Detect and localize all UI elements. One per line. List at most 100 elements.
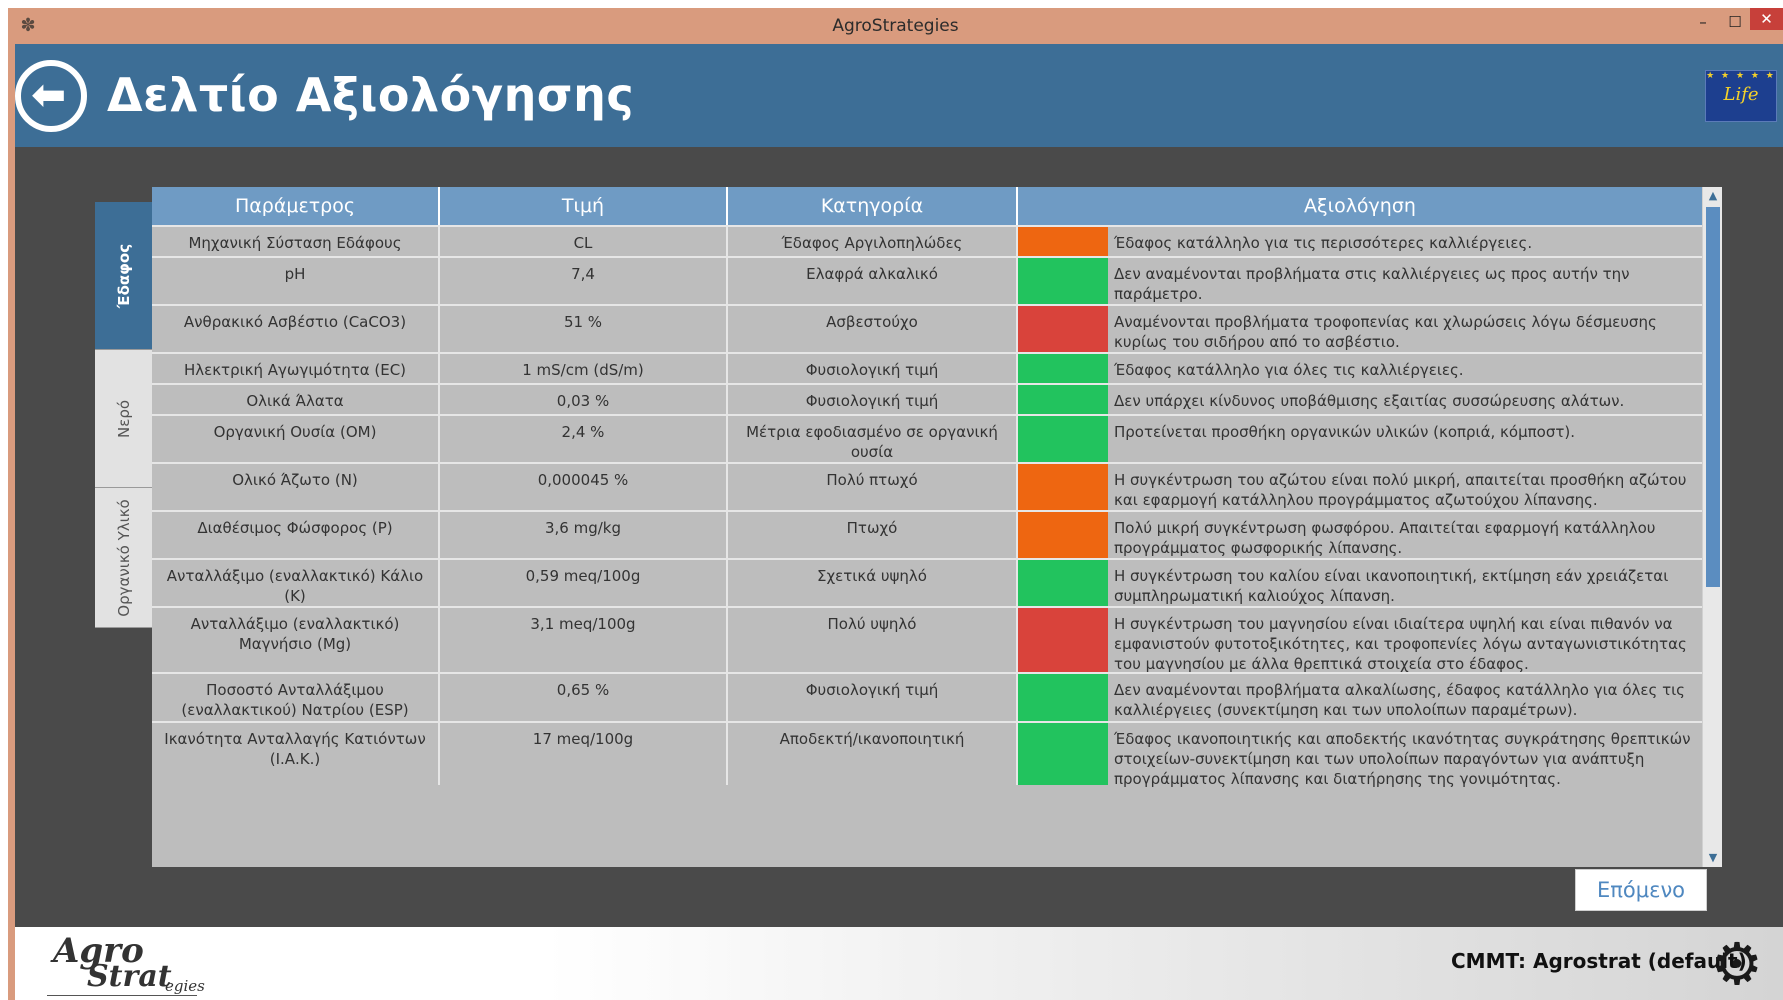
status-indicator [1018, 354, 1108, 383]
status-indicator [1018, 512, 1108, 558]
assessment-text: Αναμένονται προβλήματα τροφοπενίας και χ… [1114, 313, 1657, 351]
status-indicator [1018, 608, 1108, 672]
cell-assessment: Η συγκέντρωση του καλίου είναι ικανοποιη… [1018, 560, 1702, 606]
assessment-text: Η συγκέντρωση του μαγνησίου είναι ιδιαίτ… [1114, 615, 1687, 673]
scroll-up-icon[interactable]: ▲ [1706, 189, 1720, 203]
cell-parameter: Ανταλλάξιμο (εναλλακτικό) Κάλιο (Κ) [152, 560, 440, 606]
cell-assessment: Δεν αναμένονται προβλήματα αλκαλίωσης, έ… [1018, 674, 1702, 721]
window-title: AgroStrategies [832, 16, 959, 36]
scroll-down-icon[interactable]: ▼ [1706, 851, 1720, 865]
cell-category: Αποδεκτή/ικανοποιητική [728, 723, 1018, 785]
cell-category: Πολύ υψηλό [728, 608, 1018, 672]
cell-assessment: Έδαφος ικανοποιητικής και αποδεκτής ικαν… [1018, 723, 1702, 788]
back-button[interactable]: ⬅ [15, 60, 87, 132]
tab-soil[interactable]: Έδαφος [95, 202, 152, 350]
status-indicator [1018, 723, 1108, 785]
cell-value: 51 % [440, 306, 728, 352]
cell-category: Σχετικά υψηλό [728, 560, 1018, 606]
table-row[interactable]: Ολικά Άλατα 0,03 % Φυσιολογική τιμή Δεν … [152, 383, 1702, 414]
logo-strat-text: Strat [87, 959, 172, 994]
cell-parameter: Ποσοστό Ανταλλάξιμου (εναλλακτικού) Νατρ… [152, 674, 440, 721]
status-indicator [1018, 560, 1108, 606]
footer: Agro Strat egies CMMT: Agrostrat (defaul… [15, 927, 1783, 1000]
eu-life-logo: ★ ★ ★ ★ ★ Life [1705, 70, 1777, 122]
logo-egies-text: egies [165, 977, 205, 995]
assessment-table: Παράμετρος Τιμή Κατηγορία Αξιολόγηση Μηχ… [152, 187, 1722, 867]
gear-icon[interactable]: ⚙ [1708, 935, 1766, 993]
header: ⬅ Δελτίο Αξιολόγησης ★ ★ ★ ★ ★ Life [15, 44, 1783, 147]
logo-underline [47, 995, 197, 996]
cell-parameter: Διαθέσιμος Φώσφορος (P) [152, 512, 440, 558]
cell-parameter: pH [152, 258, 440, 304]
cell-assessment: Πολύ μικρή συγκέντρωση φωσφόρου. Απαιτεί… [1018, 512, 1702, 558]
table-row[interactable]: Ανταλλάξιμο (εναλλακτικό) Κάλιο (Κ) 0,59… [152, 558, 1702, 606]
assessment-text: Προτείνεται προσθήκη οργανικών υλικών (κ… [1114, 423, 1575, 441]
cell-parameter: Ανταλλάξιμο (εναλλακτικό) Μαγνήσιο (Mg) [152, 608, 440, 672]
table-row[interactable]: Διαθέσιμος Φώσφορος (P) 3,6 mg/kg Πτωχό … [152, 510, 1702, 558]
table-row[interactable]: Οργανική Ουσία (ΟΜ) 2,4 % Μέτρια εφοδιασ… [152, 414, 1702, 462]
cell-assessment: Η συγκέντρωση του μαγνησίου είναι ιδιαίτ… [1018, 608, 1702, 673]
cell-assessment: Δεν υπάρχει κίνδυνος υποβάθμισης εξαιτία… [1018, 385, 1702, 414]
agrostrategies-logo: Agro Strat egies [37, 929, 205, 997]
assessment-text: Η συγκέντρωση του αζώτου είναι πολύ μικρ… [1114, 471, 1687, 509]
table-row[interactable]: Ποσοστό Ανταλλάξιμου (εναλλακτικού) Νατρ… [152, 672, 1702, 721]
cell-value: 17 meq/100g [440, 723, 728, 785]
close-button[interactable]: ✕ [1750, 8, 1783, 30]
main-panel: Έδαφος Νερό Οργανικό Υλικό Παράμετρος Τι… [15, 147, 1783, 927]
cell-parameter: Μηχανική Σύσταση Εδάφους [152, 227, 440, 256]
cell-value: 0,65 % [440, 674, 728, 721]
cell-value: 0,03 % [440, 385, 728, 414]
table-row[interactable]: Ηλεκτρική Αγωγιμότητα (EC) 1 mS/cm (dS/m… [152, 352, 1702, 383]
tab-water[interactable]: Νερό [95, 350, 152, 488]
maximize-button[interactable]: ☐ [1720, 8, 1750, 38]
next-button[interactable]: Επόμενο [1575, 869, 1707, 911]
eu-stars-icon: ★ ★ ★ ★ ★ [1706, 71, 1776, 81]
cell-category: Πολύ πτωχό [728, 464, 1018, 510]
assessment-text: Δεν αναμένονται προβλήματα στις καλλιέργ… [1114, 265, 1630, 303]
table-row[interactable]: pH 7,4 Ελαφρά αλκαλικό Δεν αναμένονται π… [152, 256, 1702, 304]
tab-water-label: Νερό [114, 399, 133, 438]
column-header-assessment[interactable]: Αξιολόγηση [1018, 187, 1702, 225]
cell-value: 0,59 meq/100g [440, 560, 728, 606]
tab-soil-label: Έδαφος [114, 243, 133, 308]
assessment-text: Δεν υπάρχει κίνδυνος υποβάθμισης εξαιτία… [1114, 392, 1625, 410]
table-row[interactable]: Ανταλλάξιμο (εναλλακτικό) Μαγνήσιο (Mg) … [152, 606, 1702, 673]
cell-value: 3,6 mg/kg [440, 512, 728, 558]
cell-value: 7,4 [440, 258, 728, 304]
table-row[interactable]: Ολικό Άζωτο (Ν) 0,000045 % Πολύ πτωχό Η … [152, 462, 1702, 510]
column-header-category[interactable]: Κατηγορία [728, 187, 1018, 225]
scrollbar-thumb[interactable] [1706, 207, 1720, 587]
tab-organic-material-label: Οργανικό Υλικό [114, 498, 133, 617]
cell-category: Φυσιολογική τιμή [728, 354, 1018, 383]
assessment-text: Έδαφος κατάλληλο για όλες τις καλλιέργει… [1114, 361, 1464, 379]
cell-category: Μέτρια εφοδιασμένο σε οργανική ουσία [728, 416, 1018, 462]
cell-parameter: Οργανική Ουσία (ΟΜ) [152, 416, 440, 462]
status-indicator [1018, 306, 1108, 352]
table-row[interactable]: Ικανότητα Ανταλλαγής Κατιόντων (Ι.Α.Κ.) … [152, 721, 1702, 788]
cell-value: 0,000045 % [440, 464, 728, 510]
assessment-text: Πολύ μικρή συγκέντρωση φωσφόρου. Απαιτεί… [1114, 519, 1656, 557]
table-row[interactable]: Ανθρακικό Ασβέστιο (CaCO3) 51 % Ασβεστού… [152, 304, 1702, 352]
back-arrow-icon: ⬅ [31, 70, 67, 119]
tab-organic-material[interactable]: Οργανικό Υλικό [95, 488, 152, 628]
cell-value: CL [440, 227, 728, 256]
status-indicator [1018, 385, 1108, 414]
status-indicator [1018, 258, 1108, 304]
cell-assessment: Αναμένονται προβλήματα τροφοπενίας και χ… [1018, 306, 1702, 352]
status-indicator [1018, 416, 1108, 462]
status-indicator [1018, 464, 1108, 510]
page-title: Δελτίο Αξιολόγησης [107, 68, 635, 122]
column-header-parameter[interactable]: Παράμετρος [152, 187, 440, 225]
cell-parameter: Ολικά Άλατα [152, 385, 440, 414]
profile-label: CMMT: Agrostrat (default) [1451, 949, 1747, 973]
column-header-value[interactable]: Τιμή [440, 187, 728, 225]
minimize-button[interactable]: – [1688, 8, 1718, 38]
cell-parameter: Ολικό Άζωτο (Ν) [152, 464, 440, 510]
table-grid: Παράμετρος Τιμή Κατηγορία Αξιολόγηση Μηχ… [152, 187, 1702, 788]
table-row[interactable]: Μηχανική Σύσταση Εδάφους CL Έδαφος Αργιλ… [152, 225, 1702, 256]
assessment-text: Δεν αναμένονται προβλήματα αλκαλίωσης, έ… [1114, 681, 1685, 719]
table-scrollbar[interactable]: ▲ ▼ [1702, 187, 1722, 867]
title-bar[interactable]: ✽ AgroStrategies – ☐ ✕ [8, 8, 1783, 44]
life-logo-text: Life [1723, 84, 1759, 105]
cell-category: Φυσιολογική τιμή [728, 674, 1018, 721]
